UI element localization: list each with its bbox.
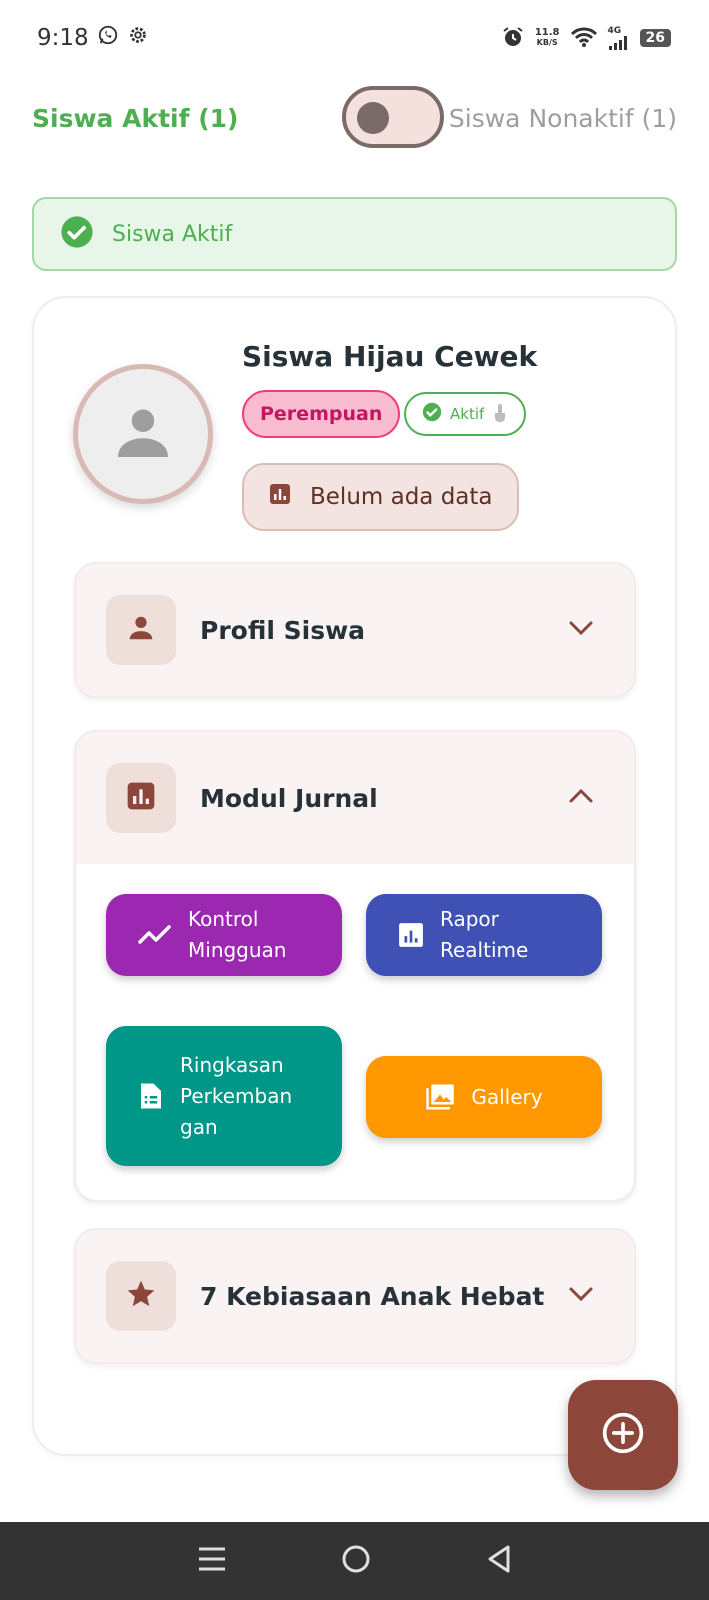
gallery-button[interactable]: Gallery [366,1056,602,1138]
no-data-button[interactable]: Belum ada data [242,463,519,531]
banner-text: Siswa Aktif [112,221,233,247]
back-icon[interactable] [486,1544,512,1578]
gallery-label: Gallery [471,1084,543,1109]
weekly-control-label: Kontrol Mingguan [188,907,287,962]
settings-icon [127,24,149,52]
alarm-icon [501,25,525,52]
student-filter-toggle-row: Siswa Aktif (1) Siswa Nonaktif (1) [32,86,677,150]
gender-badge: Perempuan [242,390,401,438]
signal-icon: 4G [608,26,630,50]
development-summary-button[interactable]: Ringkasan Perkembangan [106,1026,342,1166]
profile-section-title: Profil Siswa [200,615,366,645]
whatsapp-icon [97,24,119,52]
person-icon [126,613,156,647]
chevron-down-icon[interactable] [568,620,594,640]
development-summary-label: Ringkasan Perkembangan [180,1052,293,1139]
habits-section: 7 Kebiasaan Anak Hebat [74,1228,636,1364]
bar-chart-icon [268,482,292,512]
bar-chart-icon [398,922,424,948]
student-card: Siswa Hijau Cewek Perempuan Aktif Belum … [32,296,677,1456]
chevron-down-icon[interactable] [568,1286,594,1306]
active-status-banner: Siswa Aktif [32,197,677,271]
journal-section: Modul Jurnal Kontrol Mingguan Rapor Real… [74,730,636,1202]
habits-section-icon-box [106,1261,176,1331]
habits-section-header[interactable]: 7 Kebiasaan Anak Hebat [76,1230,634,1362]
battery-indicator: 26 [639,29,671,47]
trending-icon [138,924,172,946]
star-icon [125,1278,157,1314]
add-button[interactable] [568,1380,678,1490]
realtime-report-button[interactable]: Rapor Realtime [366,894,602,976]
profile-section-icon-box [106,595,176,665]
person-icon [113,402,173,466]
chevron-up-icon[interactable] [568,788,594,808]
image-icon [425,1083,455,1111]
inactive-students-label[interactable]: Siswa Nonaktif (1) [449,104,677,133]
bar-chart-icon [125,780,157,816]
switch-knob [357,102,389,134]
system-navigation-bar [0,1522,709,1600]
status-bar: 9:18 11.8 KB/S 4G 26 [0,0,709,76]
menu-icon[interactable] [197,1546,227,1576]
home-icon[interactable] [341,1544,371,1578]
profile-section: Profil Siswa [74,562,636,698]
student-name: Siswa Hijau Cewek [242,340,538,373]
no-data-label: Belum ada data [310,484,493,510]
habits-section-title: 7 Kebiasaan Anak Hebat [200,1281,545,1311]
document-icon [138,1081,164,1111]
weekly-control-button[interactable]: Kontrol Mingguan [106,894,342,976]
status-badge-label: Aktif [450,405,485,423]
wifi-icon [570,26,598,51]
status-time: 9:18 [37,25,89,51]
check-circle-icon [422,402,442,426]
journal-section-body: Kontrol Mingguan Rapor Realtime Ringkasa… [76,864,634,1200]
add-circle-icon [601,1411,645,1459]
journal-section-header[interactable]: Modul Jurnal [76,732,634,864]
touch-icon [492,402,508,426]
active-students-label[interactable]: Siswa Aktif (1) [32,104,238,133]
journal-section-icon-box [106,763,176,833]
check-circle-icon [60,215,94,253]
realtime-report-label: Rapor Realtime [440,907,529,962]
status-badge[interactable]: Aktif [404,392,527,436]
active-inactive-switch[interactable] [342,86,444,148]
journal-section-title: Modul Jurnal [200,783,378,813]
network-speed: 11.8 KB/S [534,27,560,48]
profile-section-header[interactable]: Profil Siswa [76,564,634,696]
avatar[interactable] [73,364,213,504]
